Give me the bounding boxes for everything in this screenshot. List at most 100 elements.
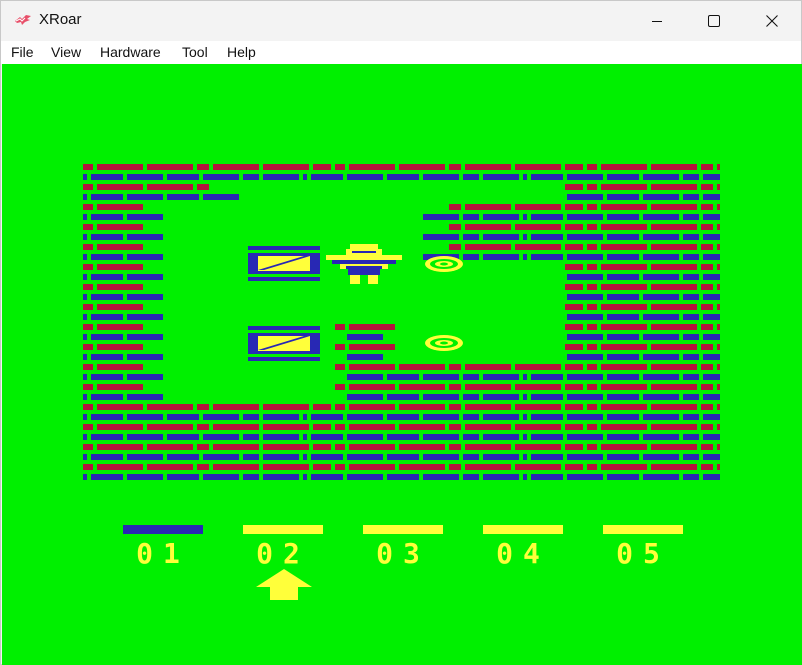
title-bar[interactable]: XRoar xyxy=(1,1,801,41)
brick xyxy=(601,284,647,290)
brick xyxy=(203,414,239,420)
brick xyxy=(97,444,143,450)
level-04[interactable]: 04 xyxy=(483,525,563,570)
brick xyxy=(127,174,163,180)
menu-file[interactable]: File xyxy=(11,44,34,60)
brick xyxy=(83,264,93,270)
brick xyxy=(465,224,511,230)
brick xyxy=(465,164,511,170)
brick xyxy=(399,164,445,170)
brick xyxy=(97,244,143,250)
brick xyxy=(643,274,679,280)
brick xyxy=(565,304,583,310)
brick xyxy=(567,314,603,320)
brick xyxy=(463,214,479,220)
xroar-bird-icon xyxy=(15,15,31,25)
brick xyxy=(587,204,597,210)
level-progress-bar xyxy=(363,525,443,534)
brick xyxy=(263,454,299,460)
level-03[interactable]: 03 xyxy=(363,525,443,570)
brick xyxy=(607,194,639,200)
crate xyxy=(248,326,320,361)
brick xyxy=(387,454,419,460)
brick xyxy=(701,344,713,350)
brick xyxy=(651,164,697,170)
brick xyxy=(83,254,87,260)
brick xyxy=(523,174,527,180)
menu-hardware[interactable]: Hardware xyxy=(100,44,161,60)
brick xyxy=(167,434,199,440)
brick xyxy=(565,364,583,370)
brick xyxy=(243,414,259,420)
brick xyxy=(701,204,713,210)
brick xyxy=(449,204,461,210)
brick xyxy=(683,354,699,360)
brick xyxy=(651,384,697,390)
brick xyxy=(83,364,93,370)
brick xyxy=(91,414,123,420)
brick xyxy=(717,364,720,370)
menu-tool[interactable]: Tool xyxy=(182,44,208,60)
brick xyxy=(523,214,527,220)
level-selector: 01 02 03 04 05 xyxy=(123,525,683,570)
brick xyxy=(263,414,299,420)
brick xyxy=(127,214,163,220)
game-canvas: 01 02 03 04 05 xyxy=(83,164,720,600)
window-title: XRoar xyxy=(39,11,82,28)
brick xyxy=(515,464,561,470)
brick xyxy=(601,324,647,330)
menu-bar: File View Hardware Tool Help xyxy=(1,41,801,64)
brick xyxy=(701,324,713,330)
menu-help[interactable]: Help xyxy=(227,44,256,60)
brick xyxy=(565,204,583,210)
brick xyxy=(567,334,603,340)
brick xyxy=(83,314,87,320)
brick xyxy=(203,454,239,460)
brick xyxy=(717,164,720,170)
brick xyxy=(515,444,561,450)
maximize-button[interactable] xyxy=(685,1,743,41)
brick xyxy=(717,224,720,230)
brick xyxy=(567,214,603,220)
brick xyxy=(703,374,720,380)
level-progress-bar xyxy=(123,525,203,534)
brick xyxy=(483,174,519,180)
level-05[interactable]: 05 xyxy=(603,525,683,570)
brick xyxy=(703,314,720,320)
brick xyxy=(703,194,720,200)
brick xyxy=(565,164,583,170)
brick xyxy=(565,264,583,270)
brick xyxy=(463,234,479,240)
emulator-screen[interactable]: 01 02 03 04 05 xyxy=(2,64,802,665)
brick xyxy=(463,434,479,440)
brick xyxy=(263,464,309,470)
level-01[interactable]: 01 xyxy=(123,525,203,570)
minimize-button[interactable] xyxy=(628,1,686,41)
brick xyxy=(567,294,603,300)
close-button[interactable] xyxy=(743,1,801,41)
brick xyxy=(483,434,519,440)
brick xyxy=(531,374,563,380)
brick xyxy=(347,394,383,400)
brick xyxy=(601,264,647,270)
brick xyxy=(335,324,345,330)
brick xyxy=(587,384,597,390)
brick xyxy=(601,244,647,250)
brick xyxy=(567,454,603,460)
brick xyxy=(465,384,511,390)
brick xyxy=(213,164,259,170)
level-02[interactable]: 02 xyxy=(243,525,323,570)
brick xyxy=(349,164,395,170)
brick xyxy=(701,464,713,470)
brick xyxy=(515,164,561,170)
brick xyxy=(263,174,299,180)
menu-view[interactable]: View xyxy=(51,44,81,60)
brick xyxy=(643,454,679,460)
brick xyxy=(167,454,199,460)
brick xyxy=(601,184,647,190)
brick xyxy=(449,384,461,390)
brick xyxy=(515,244,561,250)
player-sombrero-character xyxy=(326,244,402,284)
brick xyxy=(147,404,193,410)
brick xyxy=(701,284,713,290)
